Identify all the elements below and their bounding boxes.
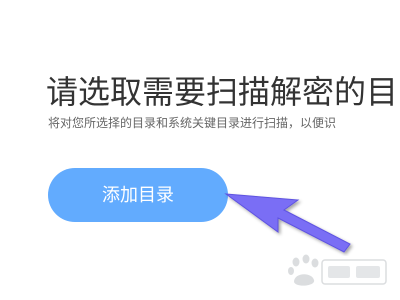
page-description: 将对您所选择的目录和系统关键目录进行扫描，以便识 xyxy=(48,116,337,130)
page-title: 请选取需要扫描解密的目 xyxy=(46,73,399,111)
pointer-arrow-icon xyxy=(224,193,351,253)
baidu-jingyan-watermark-icon xyxy=(288,254,387,286)
add-directory-button[interactable]: 添加目录 xyxy=(48,168,228,222)
